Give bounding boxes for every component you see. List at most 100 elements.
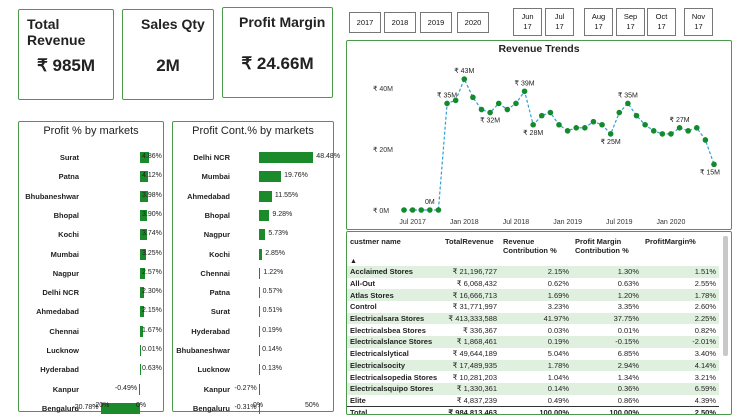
bar-row[interactable]: Ahmedabad 11.55% [173,188,313,206]
bar-row[interactable]: Bhubaneshwar 3.98% [19,188,162,206]
col-header[interactable]: custmer name [347,232,442,257]
data-point [685,128,691,134]
bar-row[interactable]: Patna 0.57% [173,284,313,302]
market-label: Hyderabad [191,326,230,336]
table-cell: 1.20% [572,289,642,302]
bar-row[interactable]: Surat 4.86% [19,149,162,167]
bar-value: 3.25% [142,249,162,257]
table-row[interactable]: Electricalslytical ₹ 49,644,189 5.04% 6.85%… [347,348,719,360]
table-cell: 2.94% [572,359,642,372]
bar-row[interactable]: Hyderabad 0.63% [19,361,162,379]
x-tick-label: Jan 2019 [553,219,582,226]
bar-row[interactable]: Bhopal 9.28% [173,207,313,225]
bar-value: 4.12% [142,172,162,180]
bar-row[interactable]: Patna 4.12% [19,168,162,186]
table-cell: 2.25% [642,312,719,325]
bar-row[interactable]: Kanpur -0.27% [173,381,313,399]
bar-row[interactable]: Lucknow 0.13% [173,361,313,379]
table-row[interactable]: Electricalsopedia Stores ₹ 10,281,203 1.04… [347,371,719,383]
bar-value: 0.57% [262,288,283,296]
bar-value: 2.85% [265,249,286,257]
table-row[interactable]: Control ₹ 31,771,997 3.23% 3.35% 2.60% [347,301,719,313]
year-button-2020[interactable]: 2020 [457,12,489,33]
col-header[interactable]: ProfitMargin% [642,232,719,257]
bar [140,345,141,356]
bar-row[interactable]: Chennai 1.22% [173,265,313,283]
bar-value: 1.22% [263,268,284,276]
col-header[interactable]: Profit Margin Contribution % [572,232,642,257]
bar-value: 1.67% [142,326,162,334]
table-cell: 0.14% [500,382,572,395]
table-cell: ₹ 49,644,189 [452,349,497,359]
month-button[interactable]: Nov 17 [684,8,713,36]
table-row[interactable]: Atlas Stores ₹ 16,666,713 1.69% 1.20% 1.78% [347,289,719,302]
customer-table: custmer name TotalRevenue Revenue Contri… [347,232,719,414]
market-label: Ahmedabad [36,307,79,317]
bar-row[interactable]: Nagpur 5.73% [173,226,313,244]
bar-row[interactable]: Lucknow 0.01% [19,342,162,360]
bar-row[interactable]: Delhi NCR 2.30% [19,284,162,302]
year-button-2019[interactable]: 2019 [420,12,452,33]
year-button-2017[interactable]: 2017 [349,12,381,33]
col-header[interactable]: Revenue Contribution % [500,232,572,257]
table-header-row: custmer name TotalRevenue Revenue Contri… [347,232,719,257]
table-row[interactable]: Elite ₹ 4,837,239 0.49% 0.86% 4.39% [347,395,719,407]
table-cell: 1.04% [547,372,569,382]
table-cell: 0.62% [547,279,569,289]
col-header[interactable]: TotalRevenue [442,232,500,257]
month-button[interactable]: Jun 17 [513,8,542,36]
data-label: ₹ 35M [618,91,638,99]
bar [259,364,260,376]
bar-row[interactable]: Mumbai 19.76% [173,168,313,186]
table-row[interactable]: Acclaimed Stores ₹ 21,196,727 2.15% 1.30% 1.… [347,266,719,278]
bar-value: 2.57% [142,268,162,276]
data-point [676,125,683,131]
data-point [478,106,485,113]
bar-row[interactable]: Bhopal 3.90% [19,207,162,225]
bar-row[interactable]: Nagpur 2.57% [19,265,162,283]
bar-row[interactable]: Bengaluru -0.31% [173,400,313,418]
bar-row[interactable]: Ahmedabad 2.15% [19,303,162,321]
month-button[interactable]: Aug 17 [584,8,613,36]
table-row[interactable]: Electricalsocity ₹ 17,489,935 1.78% 2.94% 4.… [347,359,719,372]
bar-row[interactable]: Hyderabad 0.19% [173,323,313,341]
month-year: 17 [657,22,666,31]
data-label: ₹ 25M [601,138,621,146]
table-row[interactable]: Electricalsara Stores ₹ 413,333,588 41.97%… [347,312,719,325]
bar-value: 11.55% [274,191,299,199]
table-cell: -0.15% [572,336,642,348]
table-row[interactable]: Electricalsbea Stores ₹ 336,367 0.03% 0.01%… [347,324,719,336]
table-cell: 2.60% [694,302,716,312]
table-cell: Electricalsbea Stores [350,325,426,335]
bar-row[interactable]: Delhi NCR 48.48% [173,149,340,167]
market-label: Mumbai [50,249,79,259]
bar-row[interactable]: Surat 0.51% [173,303,313,321]
year-button-2018[interactable]: 2018 [384,12,416,33]
scrollbar[interactable] [723,236,728,356]
bar-row[interactable]: Mumbai 3.25% [19,246,162,264]
market-label: Kochi [58,230,79,240]
kpi-value: 2M [156,56,180,75]
month-label: Jun [521,12,534,21]
table-row[interactable]: All-Out ₹ 6,068,432 0.62% 0.63% 2.55% [347,278,719,290]
bar-row[interactable]: Kanpur -0.49% [19,381,159,399]
market-label: Bhopal [204,210,230,220]
table-row[interactable]: Electricalslance Stores ₹ 1,868,461 0.19% -… [347,336,719,348]
bar-row[interactable]: Bhubaneshwar 0.14% [173,342,313,360]
market-label: Kanpur [203,384,230,394]
month-button[interactable]: Oct 17 [647,8,676,36]
bar-row[interactable]: Kochi 3.74% [19,226,162,244]
market-label: Patna [58,172,79,182]
sort-arrow-icon[interactable]: ▲ [347,257,719,266]
kpi-title: Total Revenue [27,16,86,48]
month-button[interactable]: Jul 17 [545,8,574,36]
table-cell: Electricalsara Stores [347,312,442,325]
table-cell: Electricalslytical [350,349,409,359]
month-button[interactable]: Sep 17 [616,8,645,36]
bar-row[interactable]: Kochi 2.85% [173,246,313,264]
bar-row[interactable]: Chennai 1.67% [19,323,162,341]
x-tick-label: Jul 2017 [399,219,426,226]
table-cell: 0.01% [617,325,639,335]
month-year: 17 [626,22,635,31]
table-row[interactable]: Electricalsquipo Stores ₹ 1,330,361 0.14% 0… [347,382,719,395]
